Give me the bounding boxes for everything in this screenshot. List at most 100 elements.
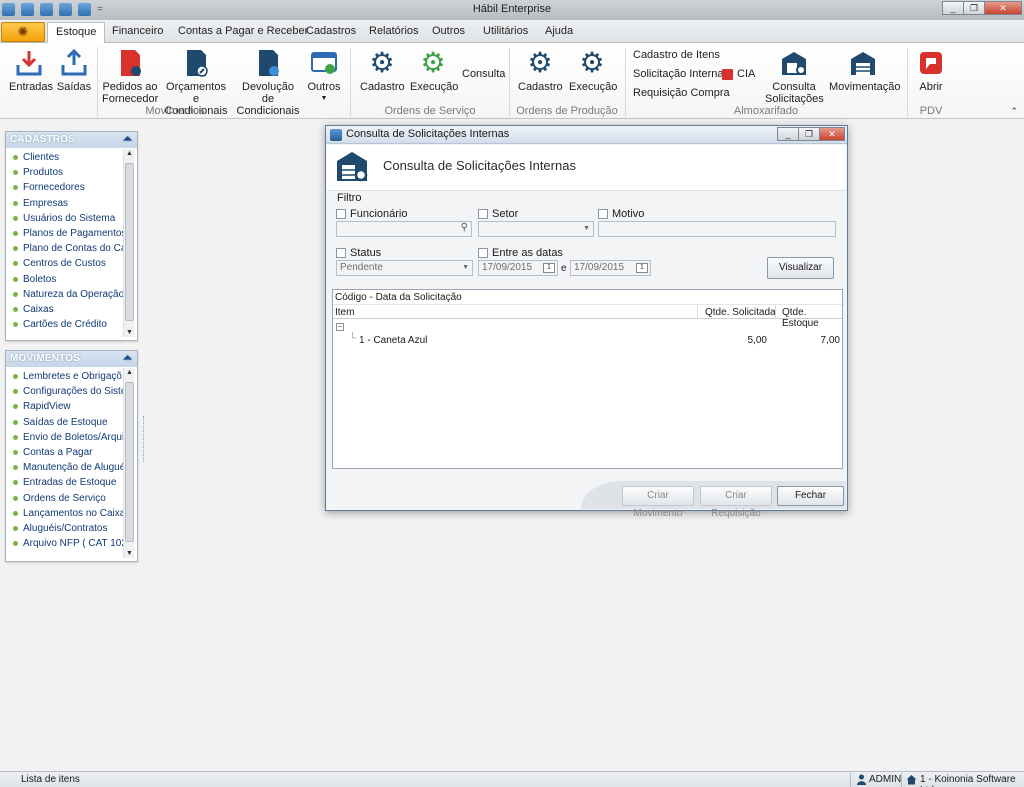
sidebar-item-lancamentos-caixa[interactable]: Lançamentos no Caixa [12,506,126,521]
requisicao-compra-button[interactable]: Requisição Compra [633,87,730,99]
sidebar-splitter[interactable] [143,416,147,462]
movimentacao-button[interactable]: Movimentação [829,49,901,93]
collapse-ribbon-icon[interactable]: ⌃ [1010,106,1018,117]
os-execucao-button[interactable]: ⚙ Execução [410,49,458,94]
consulta-solicitacoes-button[interactable]: Consulta Solicitações [765,49,824,105]
column-header-qtd-solicitada[interactable]: Qtde. Solicitada [705,307,776,318]
outros-dropdown-button[interactable]: Outros ▼ [306,49,342,105]
checkbox-box[interactable] [336,209,346,219]
sidebar-item-alugueis-contratos[interactable]: Aluguéis/Contratos [12,521,126,536]
sidebar-item-boletos[interactable]: Boletos [12,272,126,287]
sidebar-item-plano-contas[interactable]: Plano de Contas do Ca... [12,241,126,256]
sidebar-item-arquivo-nfp[interactable]: Arquivo NFP ( CAT 102... [12,536,126,551]
tab-contas-pagar-receber[interactable]: Contas a Pagar e Receber [178,25,308,37]
os-cadastro-button[interactable]: ⚙ Cadastro [360,49,405,94]
setor-select[interactable]: ▼ [478,221,594,237]
sidebar-item-caixas[interactable]: Caixas [12,302,126,317]
collapse-up-icon[interactable]: ⏶ [121,133,134,146]
status-checkbox[interactable]: Status [336,247,381,259]
scrollbar-thumb[interactable] [125,163,134,321]
sidebar-item-clientes[interactable]: Clientes [12,150,126,165]
calendar-icon[interactable]: 1 [543,263,555,273]
pdv-abrir-button[interactable]: Abrir [912,49,950,93]
funcionario-checkbox[interactable]: Funcionário [336,208,407,220]
sidebar-item-saidas-estoque[interactable]: Saídas de Estoque [12,415,126,430]
checkbox-box[interactable] [598,209,608,219]
scrollbar-thumb[interactable] [125,382,134,542]
sidebar-item-empresas[interactable]: Empresas [12,196,126,211]
tab-estoque[interactable]: Estoque [47,22,106,44]
sidebar-item-envio-boletos[interactable]: Envio de Boletos/Arqui... [12,430,126,445]
row-qtd-solicitada: 5,00 [747,335,767,346]
funcionario-field[interactable]: ⚲ [336,221,472,237]
sidebar-item-natureza-operacao[interactable]: Natureza da Operação [12,287,126,302]
visualizar-button[interactable]: Visualizar [767,257,834,279]
restore-icon[interactable]: ❐ [798,127,820,141]
sidebar-movimentos-header[interactable]: MOVIMENTOS ⏶ [6,351,137,367]
date-to-field[interactable]: 17/09/2015 1 [570,260,651,276]
sidebar-item-usuarios[interactable]: Usuários do Sistema [12,211,126,226]
checkbox-box[interactable] [336,248,346,258]
tab-cadastros[interactable]: Cadastros [306,25,356,37]
sidebar-item-planos-pagamentos[interactable]: Planos de Pagamentos [12,226,126,241]
criar-requisicao-button[interactable]: Criar Requisição [700,486,772,519]
tab-relatorios[interactable]: Relatórios [369,25,419,37]
op-execucao-button[interactable]: ⚙ Execução [569,49,617,94]
sidebar-movimentos-scrollbar[interactable]: ▲ ▼ [123,368,134,558]
calendar-icon[interactable]: 1 [636,263,648,273]
close-icon[interactable]: ✕ [819,127,845,141]
os-consulta-button[interactable]: Consulta [462,68,505,80]
table-row[interactable]: └ 1 - Caneta Azul 5,00 7,00 [333,333,842,349]
sidebar-item-lembretes[interactable]: Lembretes e Obrigaçõ... [12,369,126,384]
scroll-down-icon[interactable]: ▼ [124,550,135,557]
checkbox-box[interactable] [478,209,488,219]
app-menu-button[interactable]: ✺ [1,22,45,42]
pedidos-fornecedor-button[interactable]: Pedidos ao Fornecedor [102,49,158,105]
date-from-field[interactable]: 17/09/2015 1 [478,260,558,276]
tab-outros[interactable]: Outros [432,25,465,37]
column-header-qtd-estoque[interactable]: Qtde. Estoque [782,307,842,329]
sidebar-cadastros-header[interactable]: CADASTROS ⏶ [6,132,137,148]
tab-utilitarios[interactable]: Utilitários [483,25,528,37]
tab-ajuda[interactable]: Ajuda [545,25,573,37]
collapse-up-icon[interactable]: ⏶ [121,352,134,365]
checkbox-box[interactable] [478,248,488,258]
minimize-icon[interactable]: _ [942,1,964,15]
ribbon-tabs: ✺ Estoque Financeiro Contas a Pagar e Re… [0,20,1024,44]
setor-checkbox[interactable]: Setor [478,208,518,220]
entradas-button[interactable]: Entradas [9,49,53,93]
entre-datas-checkbox[interactable]: Entre as datas [478,247,563,259]
close-icon[interactable]: ✕ [984,1,1022,15]
cia-button[interactable]: CIA [722,68,755,80]
column-header-item[interactable]: Item [335,307,354,318]
tab-financeiro[interactable]: Financeiro [112,25,163,37]
sidebar-item-contas-pagar[interactable]: Contas a Pagar [12,445,126,460]
sidebar-item-fornecedores[interactable]: Fornecedores [12,180,126,195]
scroll-down-icon[interactable]: ▼ [124,329,135,336]
sidebar-item-manutencao-alugueis[interactable]: Manutenção de Alugué... [12,460,126,475]
fechar-button[interactable]: Fechar [777,486,844,506]
sidebar-item-entradas-estoque[interactable]: Entradas de Estoque [12,475,126,490]
saidas-button[interactable]: Saídas [55,48,93,93]
sidebar-item-rapidview[interactable]: RapidView [12,399,126,414]
sidebar-item-configuracoes[interactable]: Configurações do Siste... [12,384,126,399]
criar-movimento-button[interactable]: Criar Movimento [622,486,694,519]
sidebar-item-produtos[interactable]: Produtos [12,165,126,180]
cadastro-itens-button[interactable]: Cadastro de Itens [633,49,720,61]
maximize-icon[interactable]: ❐ [963,1,985,15]
solicitacao-interna-button[interactable]: Solicitação Interna [633,68,724,80]
sidebar-item-centros-custos[interactable]: Centros de Custos [12,256,126,271]
scroll-up-icon[interactable]: ▲ [124,369,135,376]
scroll-up-icon[interactable]: ▲ [124,150,135,157]
sidebar-item-ordens-servico[interactable]: Ordens de Serviço [12,491,126,506]
op-cadastro-button[interactable]: ⚙ Cadastro [518,49,563,94]
sidebar-cadastros-scrollbar[interactable]: ▲ ▼ [123,149,134,337]
minimize-icon[interactable]: _ [777,127,799,141]
dialog-header-title: Consulta de Solicitações Internas [383,158,576,173]
status-select[interactable]: Pendente ▼ [336,260,473,276]
collapse-group-icon[interactable]: − [336,323,344,331]
motivo-field[interactable] [598,221,836,237]
motivo-checkbox[interactable]: Motivo [598,208,644,220]
binoculars-icon[interactable]: ⚲ [461,223,468,233]
sidebar-item-cartoes-credito[interactable]: Cartões de Crédito [12,317,126,332]
